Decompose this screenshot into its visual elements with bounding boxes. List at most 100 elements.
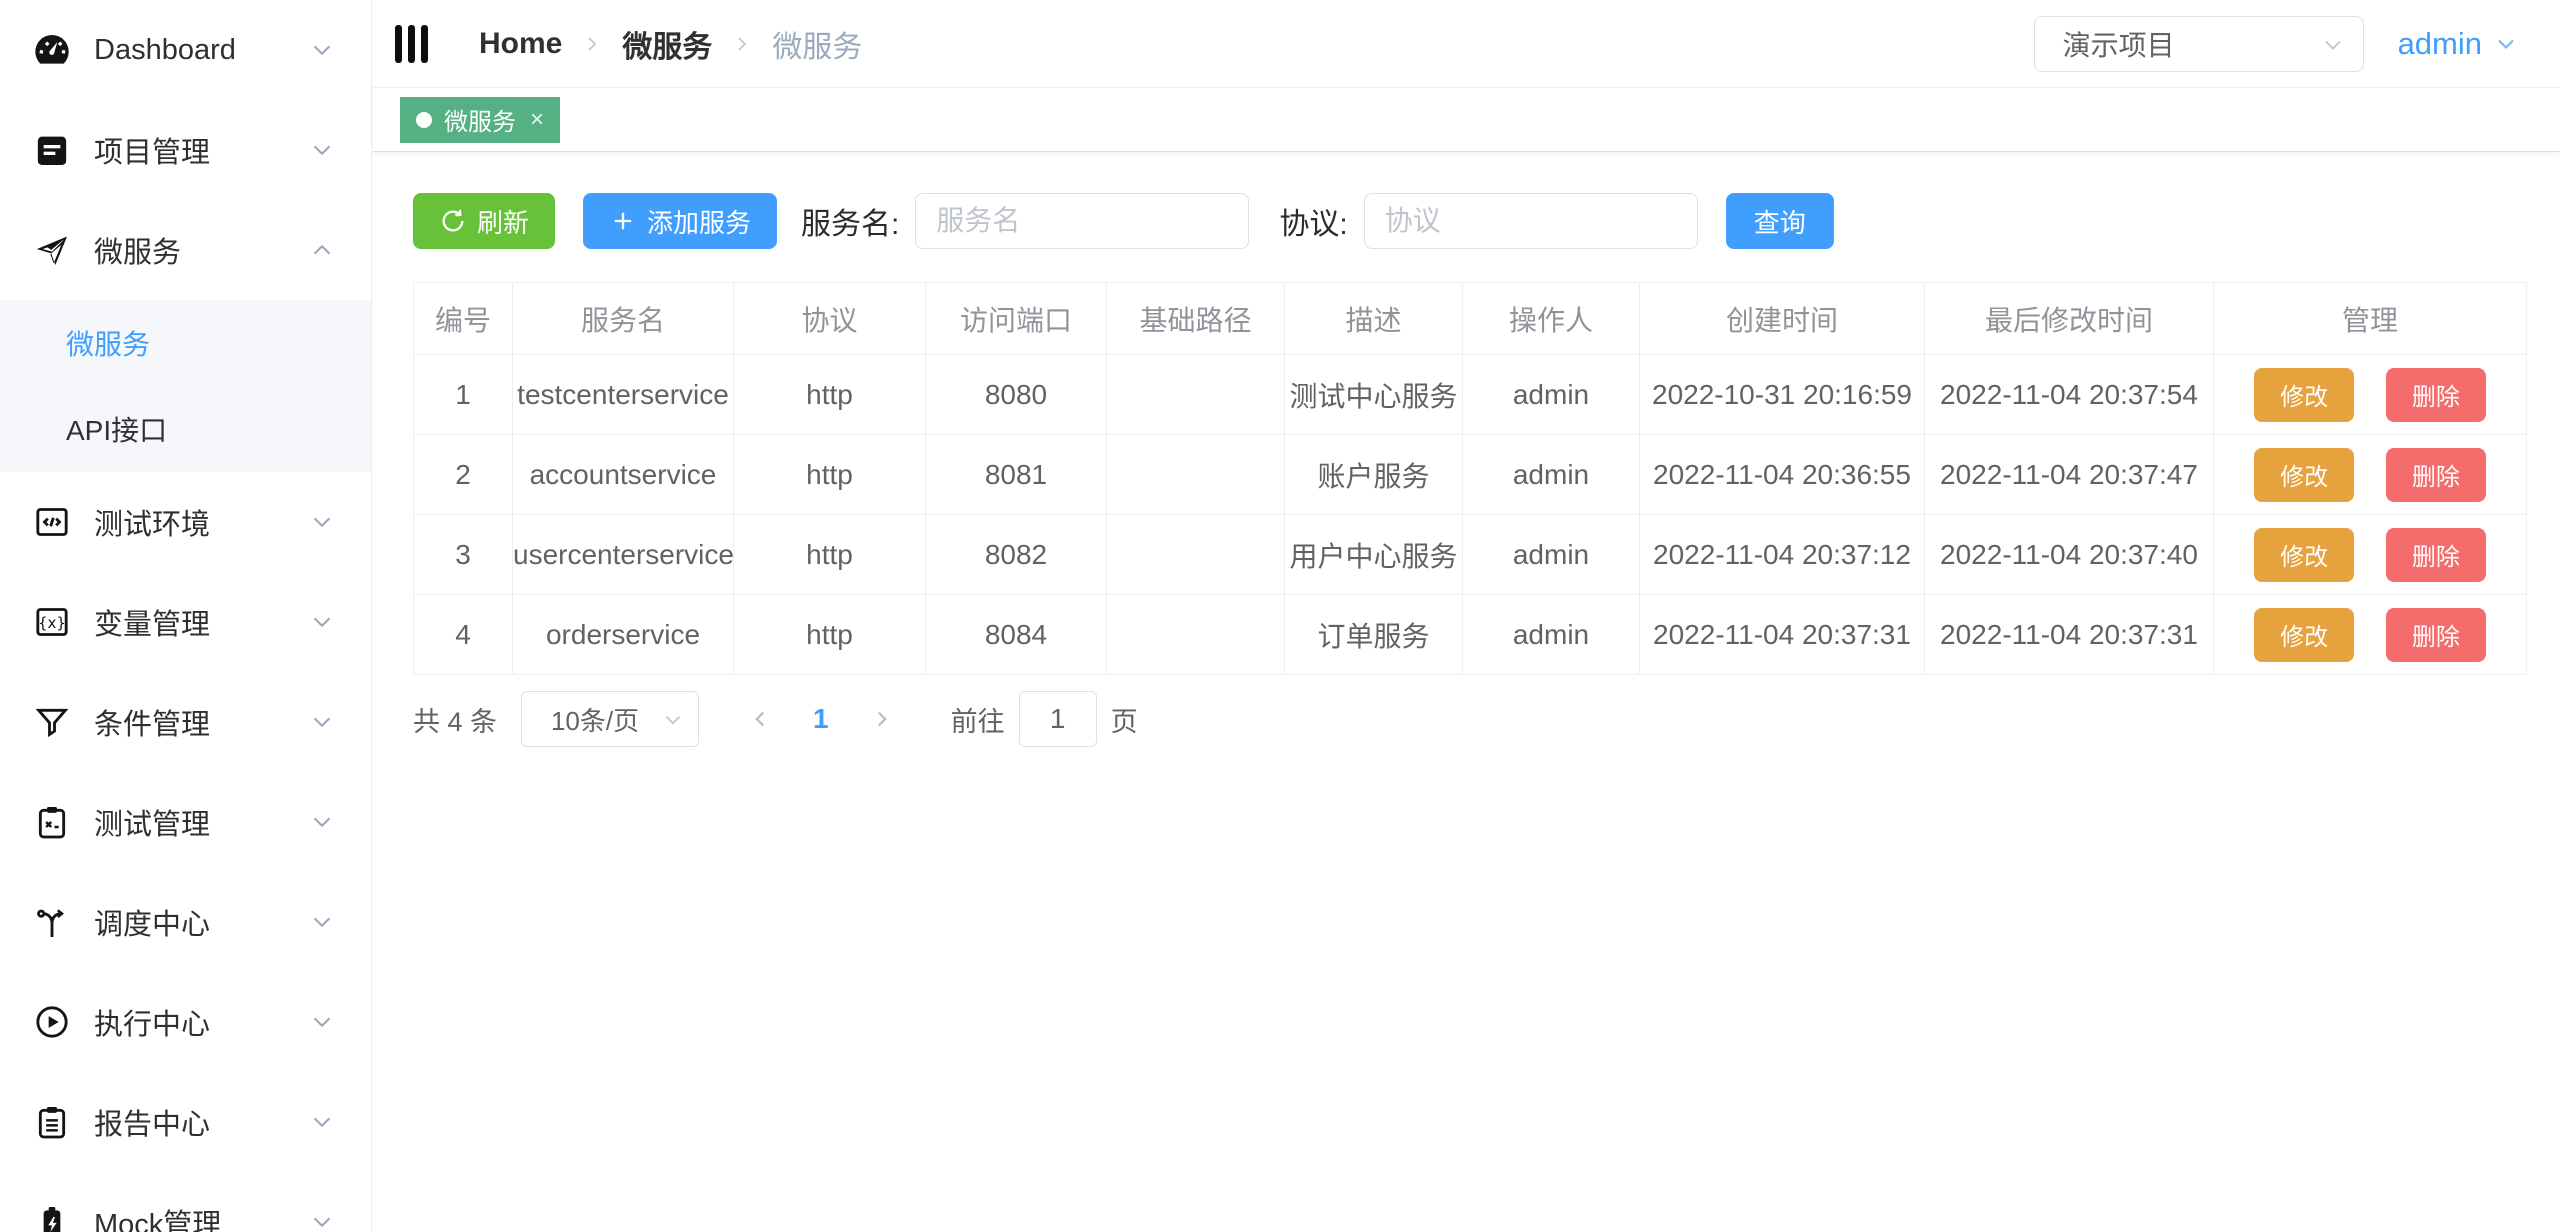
cell-base-path: [1107, 515, 1285, 595]
sidebar-item-mock-mgmt[interactable]: Mock管理: [0, 1172, 371, 1232]
edit-button[interactable]: 修改: [2254, 448, 2354, 502]
page-number-current[interactable]: 1: [813, 703, 829, 735]
add-service-button-label: 添加服务: [647, 203, 751, 240]
cell-service-name: orderservice: [513, 595, 734, 675]
chevron-down-icon: [307, 807, 337, 837]
tag-microservice[interactable]: 微服务 ×: [400, 97, 560, 143]
filter-icon: [32, 702, 72, 742]
sidebar-item-test-mgmt[interactable]: 测试管理: [0, 772, 371, 872]
col-header-created: 创建时间: [1640, 283, 1925, 355]
breadcrumb-home[interactable]: Home: [479, 27, 562, 61]
cell-protocol: http: [734, 355, 926, 435]
chevron-down-icon: [307, 1107, 337, 1137]
delete-button[interactable]: 删除: [2386, 448, 2486, 502]
cell-description: 用户中心服务: [1285, 515, 1463, 595]
cell-no: 4: [414, 595, 513, 675]
close-icon[interactable]: ×: [530, 108, 544, 132]
chevron-down-icon: [307, 1007, 337, 1037]
query-button[interactable]: 查询: [1726, 193, 1834, 249]
sidebar-item-dashboard[interactable]: Dashboard: [0, 0, 371, 100]
project-select[interactable]: 演示项目: [2034, 16, 2364, 72]
toolbar: 刷新 添加服务 服务名: 协议: 查询: [413, 192, 2520, 250]
sidebar-item-schedule-center[interactable]: 调度中心: [0, 872, 371, 972]
chevron-down-icon: [307, 135, 337, 165]
sidebar-item-test-env[interactable]: 测试环境: [0, 472, 371, 572]
sidebar-item-label: 测试环境: [94, 501, 210, 543]
variable-icon: {x}: [32, 602, 72, 642]
table-row: 1 testcenterservice http 8080 测试中心服务 adm…: [414, 355, 2527, 435]
chevron-down-icon: [2492, 30, 2520, 58]
delete-button[interactable]: 删除: [2386, 368, 2486, 422]
cell-modified: 2022-11-04 20:37:54: [1925, 355, 2214, 435]
goto-page-input[interactable]: [1019, 691, 1097, 747]
sidebar-toggle-icon[interactable]: [395, 24, 433, 64]
refresh-button[interactable]: 刷新: [413, 193, 555, 249]
cell-modified: 2022-11-04 20:37:40: [1925, 515, 2214, 595]
sidebar-item-condition-mgmt[interactable]: 条件管理: [0, 672, 371, 772]
col-header-operator: 操作人: [1463, 283, 1640, 355]
cell-description: 账户服务: [1285, 435, 1463, 515]
cell-modified: 2022-11-04 20:37:31: [1925, 595, 2214, 675]
breadcrumb-microservice[interactable]: 微服务: [622, 22, 712, 66]
page-size-select[interactable]: 10条/页: [521, 691, 699, 747]
edit-button[interactable]: 修改: [2254, 368, 2354, 422]
sidebar-item-execute-center[interactable]: 执行中心: [0, 972, 371, 1072]
svg-text:{x}: {x}: [38, 614, 66, 632]
next-page-icon[interactable]: [869, 706, 895, 732]
delete-button[interactable]: 删除: [2386, 528, 2486, 582]
dashboard-icon: [32, 30, 72, 70]
tags-view-bar: 微服务 ×: [373, 88, 2560, 152]
cell-base-path: [1107, 595, 1285, 675]
sidebar-subitem-api[interactable]: API接口: [0, 386, 371, 472]
query-button-label: 查询: [1754, 203, 1806, 240]
service-name-label: 服务名:: [801, 199, 899, 243]
report-icon: [32, 1102, 72, 1142]
cell-created: 2022-11-04 20:37:31: [1640, 595, 1925, 675]
col-header-description: 描述: [1285, 283, 1463, 355]
sidebar-item-project-mgmt[interactable]: 项目管理: [0, 100, 371, 200]
cell-protocol: http: [734, 595, 926, 675]
refresh-button-label: 刷新: [477, 203, 529, 240]
cell-protocol: http: [734, 435, 926, 515]
user-menu[interactable]: admin: [2398, 26, 2520, 62]
cell-port: 8081: [926, 435, 1107, 515]
pagination: 共 4 条 10条/页 1 前往 页: [413, 691, 2520, 747]
cell-protocol: http: [734, 515, 926, 595]
sidebar-item-microservice[interactable]: 微服务: [0, 200, 371, 300]
cell-operator: admin: [1463, 515, 1640, 595]
play-icon: [32, 1002, 72, 1042]
chevron-down-icon: [307, 507, 337, 537]
edit-button[interactable]: 修改: [2254, 528, 2354, 582]
edit-button[interactable]: 修改: [2254, 608, 2354, 662]
chevron-up-icon: [307, 235, 337, 265]
table-row: 2 accountservice http 8081 账户服务 admin 20…: [414, 435, 2527, 515]
chevron-right-icon: [580, 32, 604, 56]
chevron-down-icon: [307, 35, 337, 65]
add-service-button[interactable]: 添加服务: [583, 193, 777, 249]
col-header-protocol: 协议: [734, 283, 926, 355]
prev-page-icon[interactable]: [747, 706, 773, 732]
sidebar-item-variable-mgmt[interactable]: {x} 变量管理: [0, 572, 371, 672]
sidebar-submenu-microservice: 微服务 API接口: [0, 300, 371, 472]
sidebar-item-label: Mock管理: [94, 1201, 221, 1232]
table-header-row: 编号 服务名 协议 访问端口 基础路径 描述 操作人 创建时间 最后修改时间 管…: [414, 283, 2527, 355]
cell-operator: admin: [1463, 435, 1640, 515]
cell-service-name: testcenterservice: [513, 355, 734, 435]
service-name-input[interactable]: [915, 193, 1249, 249]
sidebar-item-report-center[interactable]: 报告中心: [0, 1072, 371, 1172]
protocol-label: 协议:: [1279, 199, 1347, 243]
col-header-port: 访问端口: [926, 283, 1107, 355]
sidebar-item-label: 微服务: [94, 229, 181, 271]
sidebar-item-label: 测试管理: [94, 801, 210, 843]
sidebar-item-label: 项目管理: [94, 129, 210, 171]
plus-icon: [609, 207, 637, 235]
tag-label: 微服务: [444, 102, 516, 137]
delete-button[interactable]: 删除: [2386, 608, 2486, 662]
page-suffix-label: 页: [1111, 700, 1138, 739]
cell-description: 测试中心服务: [1285, 355, 1463, 435]
page-content: 刷新 添加服务 服务名: 协议: 查询: [373, 152, 2560, 787]
sidebar-subitem-microservice[interactable]: 微服务: [0, 300, 371, 386]
cell-created: 2022-11-04 20:36:55: [1640, 435, 1925, 515]
protocol-input[interactable]: [1364, 193, 1698, 249]
cell-no: 2: [414, 435, 513, 515]
